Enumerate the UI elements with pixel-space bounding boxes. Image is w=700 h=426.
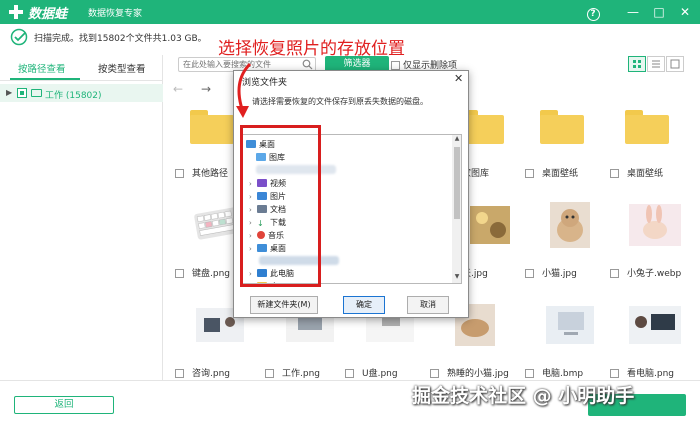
item-checkbox[interactable] [175, 169, 184, 178]
grid-item-label: 桌面壁纸 [610, 166, 700, 179]
dialog-description: 请选择需要恢复的文件保存到原丢失数据的磁盘。 [252, 97, 428, 106]
detail-icon [670, 59, 680, 69]
item-name: 键盘.png [192, 269, 230, 279]
item-name: 电脑.bmp [542, 369, 584, 379]
grid-item-label: 电脑.bmp [525, 366, 615, 379]
minimize-button[interactable]: — [624, 3, 642, 21]
help-button[interactable]: ? [584, 3, 602, 21]
grid-item-label: 看电脑.png [610, 366, 700, 379]
dialog-close-button[interactable]: ✕ [454, 72, 463, 85]
item-name: 小兔子.webp [627, 269, 682, 279]
item-checkbox[interactable] [265, 369, 274, 378]
computer-thumbnail [546, 306, 594, 344]
list-icon [652, 60, 660, 68]
annotation-highlight-box [240, 125, 321, 287]
item-checkbox[interactable] [525, 369, 534, 378]
grid-item-label: 桌面壁纸 [525, 166, 615, 179]
maximize-button[interactable]: □ [650, 3, 668, 21]
scroll-down-icon[interactable]: ▼ [452, 273, 461, 283]
tab-by-path[interactable]: 按路径查看 [18, 61, 66, 75]
only-deleted-checkbox[interactable] [391, 61, 400, 70]
grid-icon [633, 60, 641, 68]
grid-item-label: 小猫.jpg [525, 266, 615, 279]
watch-computer-thumbnail [629, 306, 681, 344]
item-checkbox[interactable] [525, 269, 534, 278]
scan-status-text: 扫描完成。找到15802个文件共1.03 GB。 [34, 34, 207, 44]
kitten-thumbnail [550, 202, 590, 248]
drive-icon [31, 89, 42, 97]
expand-arrow-icon[interactable]: ▶ [6, 88, 12, 97]
cancel-button[interactable]: 取消 [407, 296, 449, 314]
item-name: 工作.png [282, 369, 320, 379]
active-tab-underline [10, 78, 80, 80]
item-name: U盘.png [362, 369, 398, 379]
sky-thumbnail [470, 206, 510, 244]
red-arrow-icon [236, 62, 252, 118]
list-view-button[interactable] [647, 56, 665, 72]
item-name: 桌面壁纸 [542, 169, 579, 179]
item-name: 熟睡的小猫.jpg [447, 369, 509, 379]
grid-item-label: U盘.png [345, 366, 435, 379]
tree-item-label: 工作 (15802) [45, 91, 102, 101]
item-checkbox[interactable] [525, 169, 534, 178]
grid-item[interactable]: 桌面壁纸 [525, 100, 615, 194]
grid-item[interactable]: 小猫.jpg [525, 200, 615, 294]
bunny-thumbnail [629, 204, 681, 246]
item-checkbox[interactable] [430, 369, 439, 378]
forward-arrow-icon[interactable]: → [201, 82, 211, 96]
watermark-text: 掘金技术社区 @ 小明助手 [412, 385, 635, 407]
view-tabs: 按路径查看 按类型查看 [0, 55, 163, 81]
ok-button[interactable]: 确定 [343, 296, 385, 314]
app-brand: 数据蛙 [28, 7, 68, 22]
grid-item-label: 熟睡的小猫.jpg [430, 366, 520, 379]
item-name: 桌面壁纸 [627, 169, 664, 179]
help-icon: ? [586, 8, 600, 21]
new-folder-button[interactable]: 新建文件夹(M) [250, 296, 318, 314]
grid-item[interactable]: 小兔子.webp [610, 200, 700, 294]
detail-view-button[interactable] [666, 56, 684, 72]
check-circle-icon [10, 28, 28, 46]
grid-item-label: 工作.png [265, 366, 355, 379]
tree-item-checkbox[interactable] [17, 88, 27, 98]
app-logo-icon [9, 5, 23, 19]
item-checkbox[interactable] [175, 269, 184, 278]
item-checkbox[interactable] [175, 369, 184, 378]
item-name: 咨询.png [192, 369, 230, 379]
grid-view-button[interactable] [628, 56, 646, 72]
item-name: 小猫.jpg [542, 269, 577, 279]
scroll-thumb[interactable] [454, 147, 460, 219]
search-icon[interactable] [302, 59, 313, 70]
app-subtitle: 数据恢复专家 [88, 9, 143, 19]
title-bar: 数据蛙 数据恢复专家 ? — □ ✕ [0, 0, 700, 24]
grid-item-label: 小兔子.webp [610, 266, 700, 279]
tree-item-work[interactable]: ▶ 工作 (15802) [0, 84, 163, 102]
item-checkbox[interactable] [610, 369, 619, 378]
folder-icon [540, 110, 584, 144]
tree-scrollbar[interactable]: ▲ ▼ [452, 135, 461, 283]
back-button[interactable]: 返回 [14, 396, 114, 414]
item-name: 其他路径 [192, 169, 229, 179]
grid-item-label: 咨询.png [175, 366, 265, 379]
tab-by-type[interactable]: 按类型查看 [98, 61, 146, 75]
left-panel: 按路径查看 按类型查看 ▶ 工作 (15802) [0, 55, 163, 380]
item-checkbox[interactable] [610, 169, 619, 178]
back-arrow-icon[interactable]: ← [173, 82, 183, 96]
grid-item[interactable]: 桌面壁纸 [610, 100, 700, 194]
folder-icon [625, 110, 669, 144]
item-name: 看电脑.png [627, 369, 674, 379]
item-checkbox[interactable] [345, 369, 354, 378]
item-checkbox[interactable] [610, 269, 619, 278]
scroll-up-icon[interactable]: ▲ [452, 135, 461, 145]
close-button[interactable]: ✕ [676, 3, 694, 21]
